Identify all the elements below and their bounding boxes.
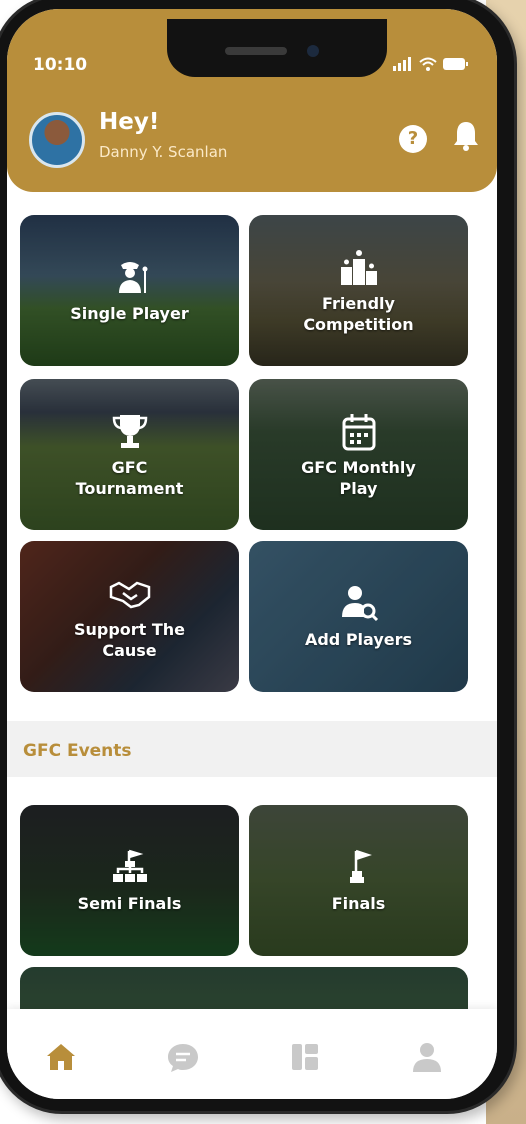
user-icon[interactable] <box>409 1039 445 1075</box>
front-camera <box>307 45 319 57</box>
greeting: Hey! <box>99 109 160 135</box>
podium-icon <box>340 249 377 285</box>
tile-label: Friendly Competition <box>303 293 414 334</box>
tile-label: Support The Cause <box>73 619 186 660</box>
tile-overlay <box>20 379 239 530</box>
bell-icon[interactable] <box>451 119 481 153</box>
tile-label: GFC Tournament <box>75 457 184 498</box>
golfer-icon <box>118 262 147 293</box>
tile-label: Semi Finals <box>77 894 182 913</box>
tile-gfc-tournament[interactable]: GFC Tournament <box>20 379 239 530</box>
avatar[interactable] <box>29 112 85 168</box>
help-icon[interactable]: ? <box>399 125 427 153</box>
bottom-nav <box>7 1009 497 1099</box>
tile-single-player[interactable]: Single Player <box>20 215 239 366</box>
tile-label: Add Players <box>304 630 413 649</box>
phone-frame: 10:10 Hey! Danny Y. Scanlan ? Single Pla… <box>0 0 517 1114</box>
tile-label: GFC Monthly Play <box>301 457 416 498</box>
dashboard-icon[interactable] <box>287 1039 323 1075</box>
tile-label: Finals <box>331 894 386 913</box>
speaker-grille <box>225 47 287 55</box>
status-time: 10:10 <box>33 55 88 75</box>
events-title: GFC Events <box>23 741 132 761</box>
battery-icon <box>443 58 468 70</box>
app-screen: 10:10 Hey! Danny Y. Scanlan ? Single Pla… <box>7 9 497 1099</box>
user-search-icon <box>341 586 378 622</box>
trophy-icon <box>112 414 147 448</box>
home-icon[interactable] <box>43 1039 79 1075</box>
tile-overlay <box>20 541 239 692</box>
tile-finals[interactable]: Finals <box>249 805 468 956</box>
tile-overlay <box>249 215 468 366</box>
tile-add-players[interactable]: Add Players <box>249 541 468 692</box>
events-section-header: GFC Events <box>7 721 497 777</box>
username: Danny Y. Scanlan <box>99 143 228 161</box>
status-icons <box>393 57 469 71</box>
tile-support-the-cause[interactable]: Support The Cause <box>20 541 239 692</box>
chat-icon[interactable] <box>165 1039 201 1075</box>
bracket-icon <box>112 849 147 882</box>
tile-overlay <box>249 379 468 530</box>
signal-icon <box>393 57 411 71</box>
tile-gfc-monthly-play[interactable]: GFC Monthly Play <box>249 379 468 530</box>
calendar-icon <box>342 413 375 450</box>
phone-notch <box>167 19 387 77</box>
tile-semi-finals[interactable]: Semi Finals <box>20 805 239 956</box>
wifi-icon <box>419 57 437 71</box>
flag-bracket-icon <box>349 849 372 883</box>
handshake-icon <box>109 581 150 608</box>
tile-friendly-competition[interactable]: Friendly Competition <box>249 215 468 366</box>
tile-label: Single Player <box>70 304 189 323</box>
